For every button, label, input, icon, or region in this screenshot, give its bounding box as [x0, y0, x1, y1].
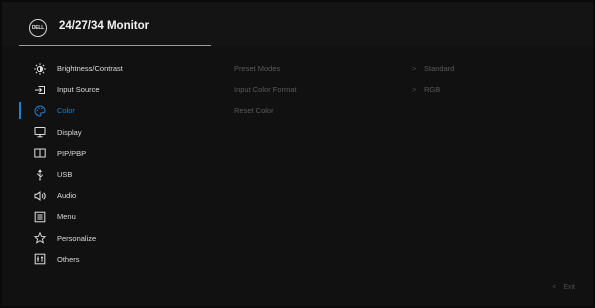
input-source-icon: [33, 83, 47, 97]
exit-label: Exit: [563, 284, 575, 291]
dell-logo: DELL: [29, 19, 47, 37]
menu-item-personalize[interactable]: Personalize: [2, 228, 212, 249]
menu-item-brightness-contrast[interactable]: Brightness/Contrast: [2, 58, 212, 79]
sun-icon: [33, 62, 47, 76]
menu-icon: [33, 210, 47, 224]
speaker-icon: [33, 189, 47, 203]
submenu-label: Preset Modes: [234, 64, 281, 74]
menu-item-label: Display: [57, 127, 82, 137]
menu-item-label: Menu: [57, 212, 76, 222]
menu-item-label: PIP/PBP: [57, 148, 87, 158]
menu-item-menu[interactable]: Menu: [2, 206, 212, 227]
color-submenu: Preset Modes > Standard Input Color Form…: [234, 58, 554, 122]
osd-main-menu: Brightness/Contrast Input Source Color D…: [2, 58, 212, 270]
submenu-label: Input Color Format: [234, 85, 297, 95]
header-divider: [19, 45, 211, 46]
submenu-row-input-color-format[interactable]: Input Color Format > RGB: [234, 79, 554, 100]
submenu-row-preset-modes[interactable]: Preset Modes > Standard: [234, 58, 554, 79]
menu-item-pip-pbp[interactable]: PIP/PBP: [2, 143, 212, 164]
submenu-value: Standard: [424, 64, 455, 74]
submenu-label: Reset Color: [234, 106, 274, 116]
exit-button[interactable]: < Exit: [552, 284, 575, 291]
menu-item-label: USB: [57, 170, 73, 180]
osd-header: DELL 24/27/34 Monitor: [2, 2, 593, 46]
others-icon: [33, 252, 47, 266]
menu-item-display[interactable]: Display: [2, 122, 212, 143]
menu-item-label: Audio: [57, 191, 77, 201]
menu-item-label: Brightness/Contrast: [57, 64, 123, 74]
chevron-right-icon: >: [412, 64, 417, 74]
usb-icon: [33, 168, 47, 182]
menu-item-label: Personalize: [57, 233, 97, 243]
display-icon: [33, 125, 47, 139]
osd-title: 24/27/34 Monitor: [59, 20, 150, 32]
menu-item-label: Others: [57, 254, 80, 264]
monitor-osd: DELL 24/27/34 Monitor Brightness/Contras…: [0, 0, 595, 308]
menu-item-label: Color: [57, 106, 75, 116]
chevron-right-icon: >: [412, 85, 417, 95]
pip-pbp-icon: [33, 146, 47, 160]
chevron-left-icon: <: [552, 284, 557, 291]
menu-item-usb[interactable]: USB: [2, 164, 212, 185]
menu-item-input-source[interactable]: Input Source: [2, 79, 212, 100]
submenu-row-reset-color[interactable]: Reset Color: [234, 100, 554, 121]
star-icon: [33, 231, 47, 245]
logo-text: DELL: [31, 25, 45, 31]
active-indicator: [19, 102, 21, 120]
menu-item-color[interactable]: Color: [2, 100, 212, 121]
menu-item-others[interactable]: Others: [2, 249, 212, 270]
menu-item-label: Input Source: [57, 85, 100, 95]
menu-item-audio[interactable]: Audio: [2, 185, 212, 206]
submenu-value: RGB: [424, 85, 441, 95]
color-palette-icon: [33, 104, 47, 118]
